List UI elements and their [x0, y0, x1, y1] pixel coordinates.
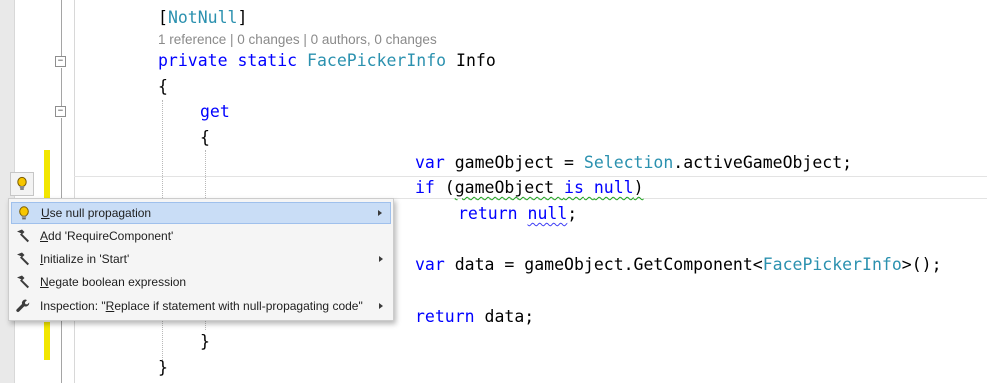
menu-item[interactable]: Negate boolean expression: [11, 272, 391, 294]
menu-item[interactable]: Inspection: "Replace if statement with n…: [11, 296, 391, 318]
code-line[interactable]: {: [200, 127, 210, 152]
wrench-icon: [15, 298, 31, 314]
code-token: get: [200, 102, 230, 121]
code-token: Selection: [583, 153, 674, 172]
code-line[interactable]: [NotNull]: [158, 7, 247, 32]
code-token: if: [415, 178, 435, 197]
code-token: data;: [474, 307, 535, 326]
code-token: null: [527, 204, 568, 223]
code-line[interactable]: private static FacePickerInfo Info: [158, 50, 496, 75]
menu-item-label: Initialize in 'Start': [40, 252, 130, 266]
menu-item-label: Add 'RequireComponent': [40, 229, 174, 243]
menu-item-label: Use null propagation: [41, 206, 152, 220]
code-token: return: [458, 204, 518, 223]
hammer-icon: [15, 274, 31, 290]
code-token: {: [200, 128, 210, 147]
lightbulb-icon: [17, 176, 27, 190]
code-line[interactable]: }: [158, 357, 168, 382]
outline-line: [61, 68, 62, 106]
code-line[interactable]: {: [158, 76, 168, 101]
menu-item[interactable]: Use null propagation: [11, 202, 391, 224]
hammer-icon: [15, 228, 31, 244]
code-lens[interactable]: 1 reference | 0 changes | 0 authors, 0 c…: [158, 32, 437, 50]
code-token: is: [564, 178, 584, 197]
submenu-arrow-icon: [379, 256, 383, 262]
code-token: private: [158, 51, 228, 70]
code-token: static: [237, 51, 298, 70]
submenu-arrow-icon: [379, 303, 383, 309]
change-marker: [44, 322, 50, 360]
submenu-arrow-icon: [378, 210, 382, 216]
menu-item[interactable]: Add 'RequireComponent': [11, 226, 391, 248]
code-line[interactable]: return data;: [415, 306, 534, 331]
collapse-icon[interactable]: −: [55, 106, 66, 117]
code-token: }: [158, 358, 168, 377]
code-line[interactable]: get: [200, 101, 230, 126]
code-token: gameObject: [454, 178, 565, 197]
code-token: return: [415, 307, 475, 326]
code-token: Info: [446, 51, 496, 70]
quick-fix-menu: Use null propagation Add 'RequireCompone…: [8, 198, 394, 321]
code-token: FacePickerInfo: [307, 51, 447, 70]
code-token: var: [415, 255, 445, 274]
code-line[interactable]: return null;: [458, 203, 577, 228]
code-token: FacePickerInfo: [762, 255, 902, 274]
quick-fix-bulb-button[interactable]: [10, 172, 34, 196]
code-line[interactable]: }: [200, 331, 210, 356]
menu-item-label: Inspection: "Replace if statement with n…: [40, 299, 363, 313]
code-line[interactable]: if (gameObject is null): [415, 177, 644, 202]
menu-item-label: Negate boolean expression: [40, 275, 187, 289]
code-token: ): [633, 178, 644, 197]
code-token: ]: [237, 8, 248, 27]
code-token: [: [158, 8, 168, 27]
code-token: var: [415, 153, 445, 172]
code-line[interactable]: var data = gameObject.GetComponent<FaceP…: [415, 254, 942, 279]
code-token: .activeGameObject;: [673, 153, 853, 172]
code-token: ;: [567, 204, 578, 223]
menu-item[interactable]: Initialize in 'Start': [11, 249, 391, 271]
code-token: >();: [901, 255, 942, 274]
collapse-icon[interactable]: −: [55, 56, 66, 67]
code-token: gameObject =: [444, 153, 584, 172]
lightbulb-icon: [16, 205, 32, 221]
code-token: data = gameObject.GetComponent<: [444, 255, 763, 274]
code-token: null: [593, 178, 634, 197]
code-line[interactable]: var gameObject = Selection.activeGameObj…: [415, 152, 852, 177]
hammer-icon: [15, 251, 31, 267]
change-marker: [44, 150, 50, 198]
code-token: }: [200, 332, 210, 351]
outline-line: [61, 0, 62, 56]
code-token: {: [158, 77, 168, 96]
code-token: (: [434, 178, 455, 197]
code-token: NotNull: [167, 8, 238, 27]
